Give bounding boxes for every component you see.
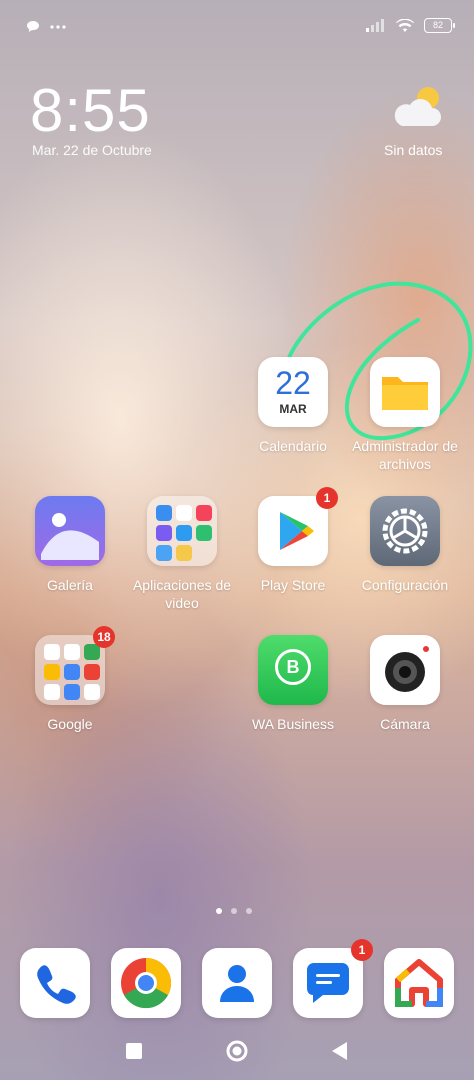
app-label: Galería — [47, 577, 93, 593]
calendar-month: MAR — [279, 402, 307, 416]
page-dot[interactable] — [246, 908, 252, 914]
chat-bubble-icon — [27, 21, 39, 32]
battery-icon: 82 — [424, 18, 455, 33]
gallery-icon — [35, 496, 105, 566]
app-folder-video[interactable]: Aplicaciones de video — [127, 496, 237, 612]
more-dots-icon — [50, 24, 66, 29]
mini-icon — [196, 505, 212, 521]
app-play-store[interactable]: 1 Play Store — [238, 487, 348, 594]
mini-icon — [64, 664, 80, 680]
wifi-icon — [396, 18, 414, 32]
mini-icon — [176, 525, 192, 541]
mini-icon — [176, 545, 192, 561]
app-folder-google[interactable]: 18 Google — [15, 626, 125, 733]
app-calendario[interactable]: 22 MAR Calendario — [238, 357, 348, 455]
app-wa-business[interactable]: B WA Business — [238, 635, 348, 733]
notification-badge: 1 — [316, 487, 338, 509]
page-dot[interactable] — [231, 908, 237, 914]
signal-icon — [366, 19, 384, 32]
mini-icon — [84, 684, 100, 700]
contacts-icon[interactable] — [202, 948, 272, 1018]
page-dot[interactable] — [216, 908, 222, 914]
folder-video-icon — [147, 496, 217, 566]
whatsapp-business-icon: B — [258, 635, 328, 705]
settings-gear-icon — [370, 496, 440, 566]
clock-time[interactable]: 8:55 — [30, 76, 151, 145]
app-label: Configuración — [361, 577, 449, 593]
camera-icon — [370, 635, 440, 705]
folder-icon — [370, 357, 440, 427]
app-camara[interactable]: Cámara — [350, 635, 460, 733]
notification-badge: 1 — [351, 939, 373, 961]
recents-button[interactable] — [126, 1043, 142, 1059]
app-label: Calendario — [259, 438, 327, 454]
app-galeria[interactable]: Galería — [15, 496, 125, 594]
folder-google-icon: 18 — [35, 626, 115, 705]
status-bar: 82 — [0, 0, 474, 56]
messages-icon[interactable]: 1 — [293, 939, 373, 1018]
mini-icon — [156, 505, 172, 521]
mini-icon — [156, 545, 172, 561]
home-button[interactable] — [226, 1040, 248, 1062]
app-label: Google — [47, 716, 93, 732]
status-left — [26, 20, 66, 33]
app-label: Cámara — [380, 716, 430, 732]
mini-icon — [44, 664, 60, 680]
mini-icon — [44, 644, 60, 660]
mini-icon — [196, 525, 212, 541]
mini-icon — [44, 684, 60, 700]
mini-icon — [64, 684, 80, 700]
clock-date[interactable]: Mar. 22 de Octubre — [32, 142, 152, 158]
app-administrador-archivos[interactable]: Administrador de archivos — [350, 357, 460, 473]
home-icon[interactable] — [384, 948, 454, 1018]
notification-badge: 18 — [93, 626, 115, 648]
mini-icon — [156, 525, 172, 541]
status-right: 82 — [366, 18, 455, 33]
page-indicator — [216, 908, 252, 914]
back-button[interactable] — [330, 1041, 348, 1061]
mini-icon — [64, 644, 80, 660]
calendar-day: 22 — [275, 365, 311, 401]
phone-icon[interactable] — [20, 948, 90, 1018]
mini-icon — [176, 505, 192, 521]
play-store-icon: 1 — [258, 487, 338, 566]
partly-cloudy-icon[interactable] — [390, 84, 446, 132]
app-label: Play Store — [260, 577, 326, 593]
app-label: WA Business — [252, 716, 334, 732]
mini-icon — [196, 545, 212, 561]
chrome-icon[interactable] — [111, 948, 181, 1018]
app-label: Aplicaciones de video — [132, 577, 232, 611]
app-configuracion[interactable]: Configuración — [350, 496, 460, 594]
wa-letter: B — [275, 649, 311, 685]
app-label: Administrador de archivos — [352, 438, 458, 472]
mini-icon — [84, 664, 100, 680]
weather-label[interactable]: Sin datos — [384, 142, 442, 158]
calendar-icon: 22 MAR — [258, 357, 328, 427]
